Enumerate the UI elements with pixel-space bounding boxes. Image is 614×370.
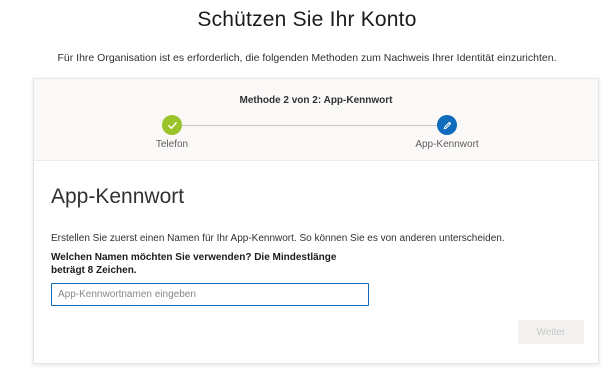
page-title: Schützen Sie Ihr Konto	[197, 8, 417, 31]
page: Schützen Sie Ihr Konto Für Ihre Organisa…	[0, 0, 614, 370]
section-title: App-Kennwort	[51, 185, 185, 208]
step-app-kennwort-label: App-Kennwort	[415, 139, 479, 150]
progress-indicator: Methode 2 von 2: App-Kennwort Telefon Ap…	[34, 79, 598, 161]
checkmark-icon	[167, 121, 177, 129]
app-password-name-input[interactable]	[51, 283, 369, 306]
page-subtitle: Für Ihre Organisation ist es erforderlic…	[57, 52, 557, 64]
pencil-icon	[443, 121, 451, 129]
section-description: Erstellen Sie zuerst einen Namen für Ihr…	[51, 233, 505, 244]
next-button[interactable]: Weiter	[518, 320, 584, 344]
step-telefon-label: Telefon	[155, 139, 189, 150]
step-counter-label: Methode 2 von 2: App-Kennwort	[239, 95, 393, 106]
setup-card: Methode 2 von 2: App-Kennwort Telefon Ap…	[33, 78, 599, 364]
step-current-indicator	[437, 115, 457, 135]
progress-track	[174, 125, 449, 126]
step-completed-indicator	[162, 115, 182, 135]
name-question-label: Welchen Namen möchten Sie verwenden? Die…	[51, 252, 337, 276]
